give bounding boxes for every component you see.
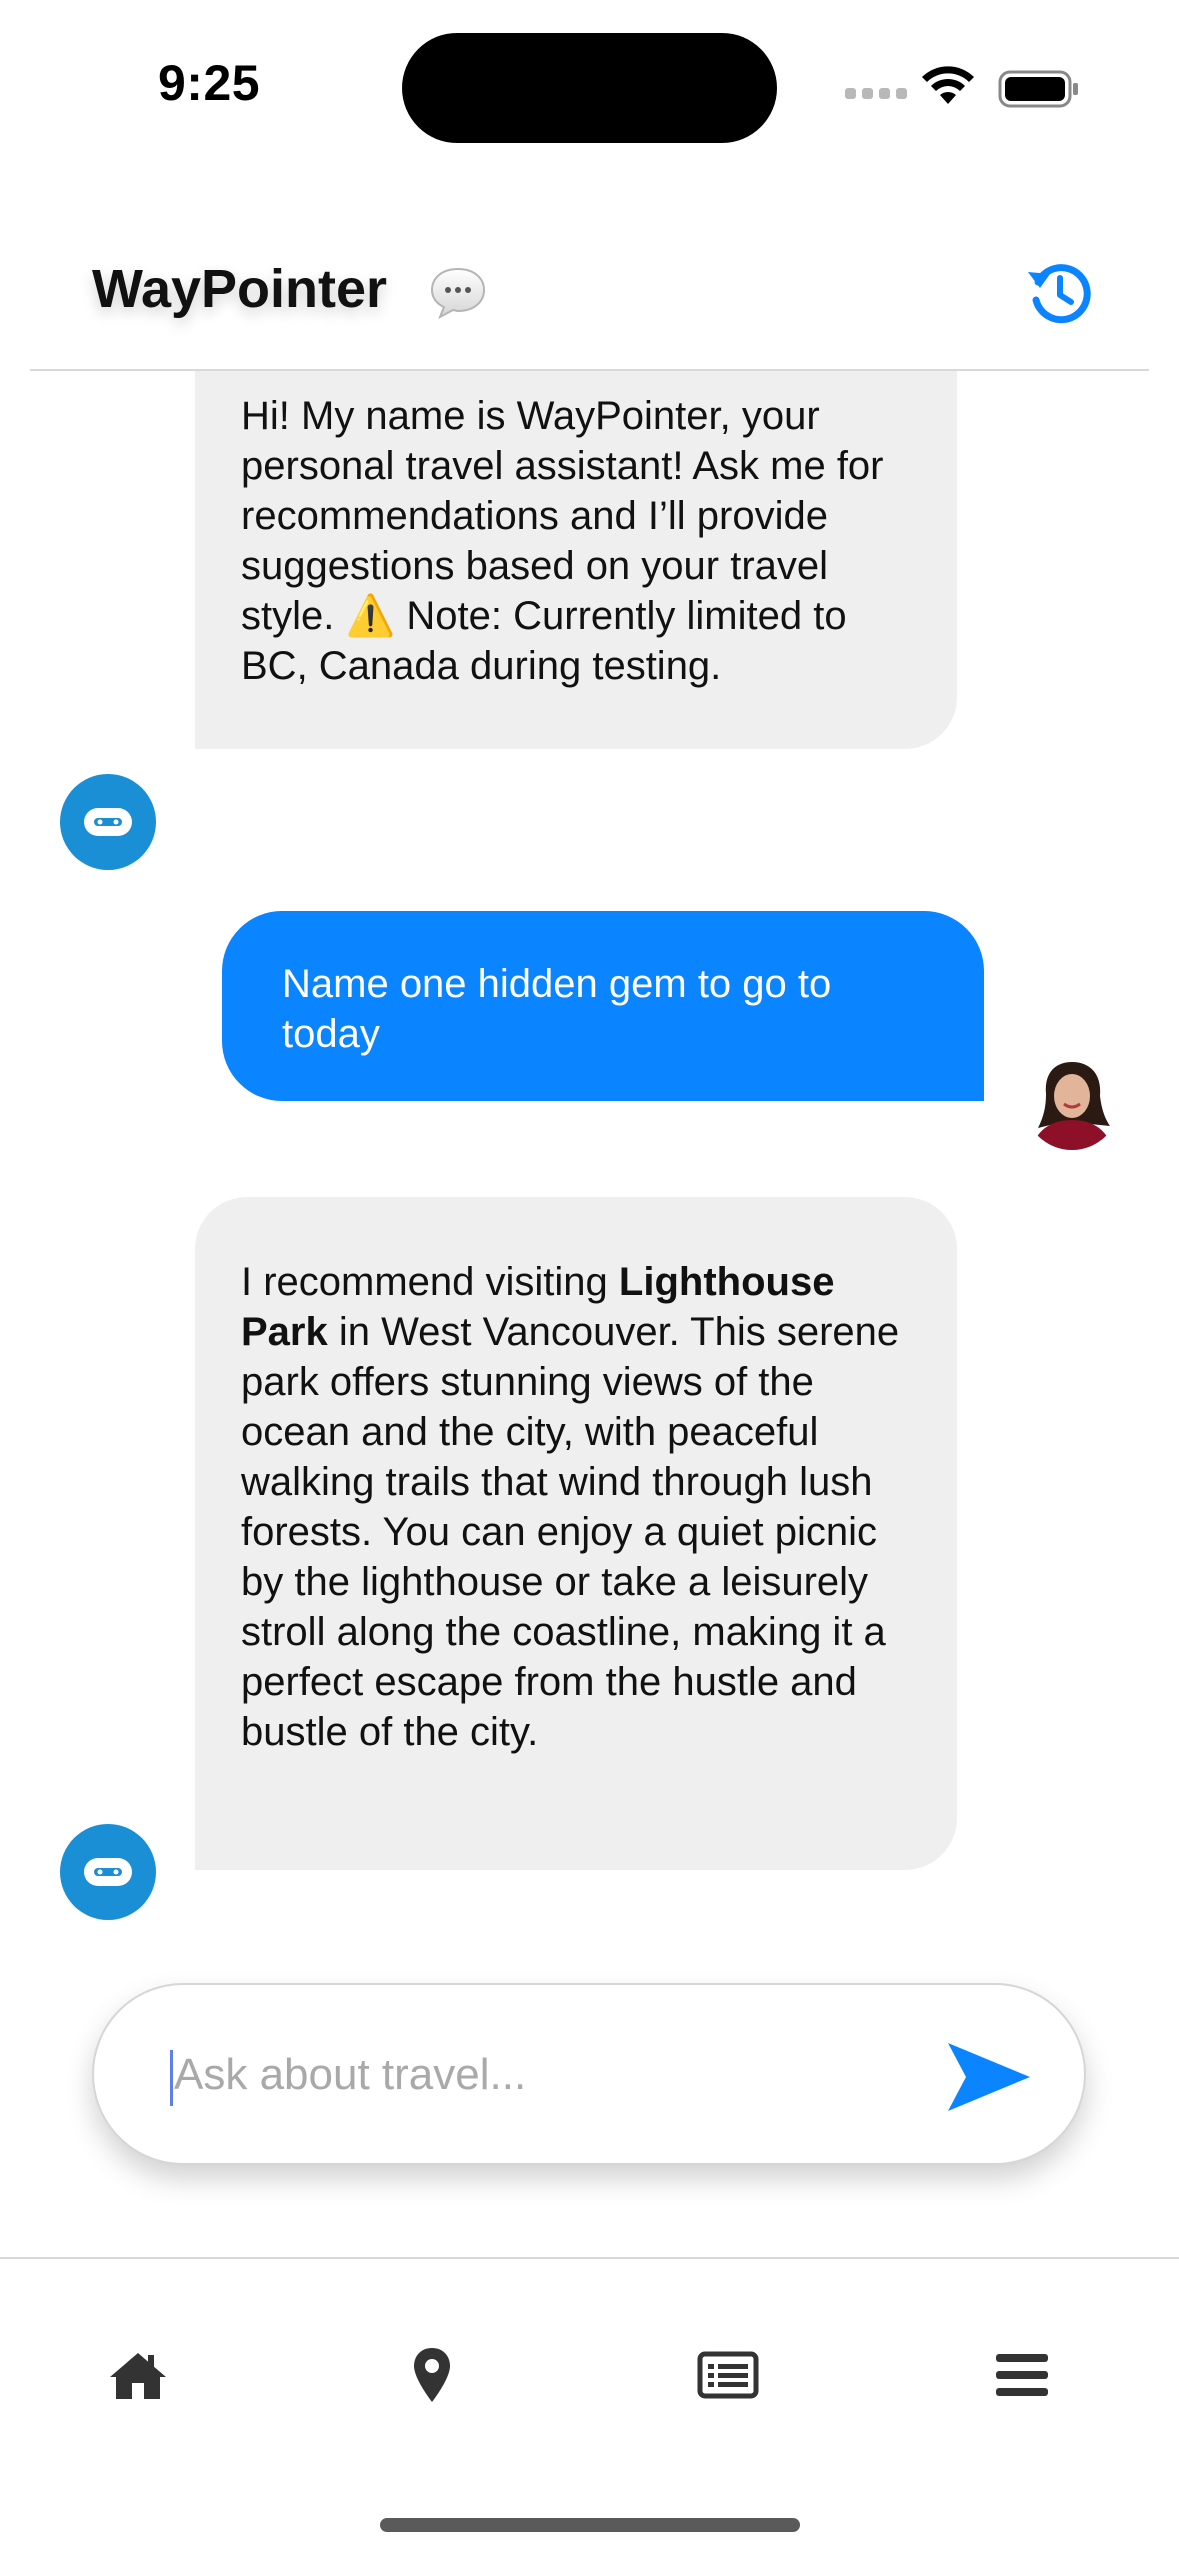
- app-title: WayPointer: [92, 259, 388, 319]
- bot-message-text: I recommend visiting: [241, 1260, 608, 1304]
- message-composer: [92, 1983, 1086, 2165]
- chat-bubble-icon[interactable]: [428, 265, 488, 321]
- tab-bar-divider: [0, 2257, 1179, 2259]
- tab-bar: [0, 2300, 1179, 2450]
- tab-list[interactable]: [668, 2300, 788, 2450]
- menu-icon: [996, 2354, 1048, 2396]
- bot-avatar: [60, 1824, 156, 1920]
- send-icon[interactable]: [944, 2037, 1034, 2117]
- message-input[interactable]: [174, 2025, 954, 2125]
- status-bar: 9:25: [0, 0, 1179, 170]
- user-avatar: [1024, 1054, 1120, 1150]
- map-pin-icon: [414, 2348, 450, 2402]
- cellular-signal-icon: [845, 88, 907, 99]
- home-icon: [110, 2353, 166, 2399]
- bot-avatar: [60, 774, 156, 870]
- user-message: Name one hidden gem to go to today: [222, 911, 984, 1101]
- bot-message: Hi! My name is WayPointer, your personal…: [195, 371, 957, 749]
- user-message-text: Name one hidden gem to go to today: [282, 962, 832, 1056]
- battery-icon: [998, 70, 1078, 108]
- chat-thread[interactable]: Hi! My name is WayPointer, your personal…: [0, 371, 1179, 1961]
- robot-icon: [84, 808, 132, 836]
- tab-menu[interactable]: [962, 2300, 1082, 2450]
- home-indicator[interactable]: [380, 2518, 800, 2532]
- dynamic-island: [402, 33, 777, 143]
- history-icon[interactable]: [1024, 258, 1094, 328]
- tab-map[interactable]: [372, 2300, 492, 2450]
- warning-icon: ⚠️: [345, 594, 396, 638]
- bot-message: I recommend visiting Lighthouse Park in …: [195, 1197, 957, 1870]
- tab-home[interactable]: [78, 2300, 198, 2450]
- list-icon: [697, 2351, 759, 2399]
- status-time: 9:25: [158, 55, 261, 111]
- text-caret: [170, 2050, 173, 2106]
- app-header: WayPointer: [0, 240, 1179, 370]
- bot-message-text: in West Vancouver. This serene park offe…: [241, 1310, 900, 1754]
- robot-icon: [84, 1858, 132, 1886]
- wifi-icon: [922, 66, 974, 104]
